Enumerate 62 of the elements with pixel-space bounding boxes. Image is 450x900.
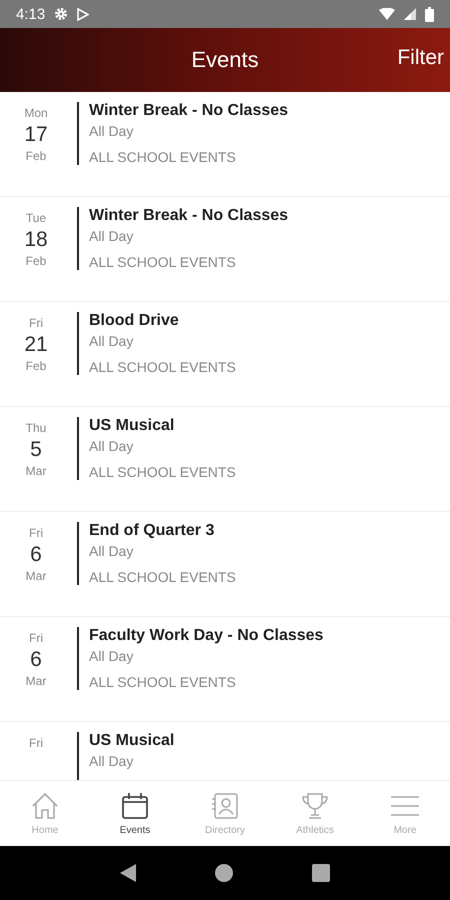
status-time: 4:13 bbox=[16, 6, 46, 22]
event-day: 6 bbox=[30, 543, 42, 567]
gear-icon bbox=[54, 7, 68, 21]
event-row[interactable]: Fri 6 Mar End of Quarter 3 All Day ALL SCHOOL EVENTS bbox=[0, 512, 450, 617]
trophy-icon bbox=[300, 791, 330, 821]
contact-card-icon bbox=[210, 791, 240, 821]
event-category: ALL SCHOOL EVENTS bbox=[89, 569, 236, 585]
event-category: ALL SCHOOL EVENTS bbox=[89, 674, 237, 690]
event-weekday: Tue bbox=[26, 211, 46, 225]
event-weekday: Fri bbox=[29, 631, 43, 645]
event-time: All Day bbox=[89, 543, 134, 559]
filter-button[interactable]: Filter bbox=[397, 46, 444, 70]
back-icon[interactable] bbox=[120, 864, 136, 882]
event-title: Blood Drive bbox=[89, 312, 180, 330]
recents-icon[interactable] bbox=[312, 864, 330, 882]
play-icon bbox=[77, 8, 90, 20]
event-title: End of Quarter 3 bbox=[89, 522, 216, 540]
event-month: Feb bbox=[26, 254, 46, 268]
event-weekday: Fri bbox=[29, 526, 43, 540]
event-weekday: Thu bbox=[26, 421, 46, 435]
event-weekday: Mon bbox=[24, 106, 48, 120]
event-month: Mar bbox=[26, 464, 46, 478]
event-category: ALL SCHOOL EVENTS bbox=[89, 464, 236, 480]
event-category: ALL SCHOOL EVENTS bbox=[89, 359, 236, 375]
event-row[interactable]: Fri US Musical All Day bbox=[0, 722, 450, 780]
event-day: 5 bbox=[30, 438, 42, 462]
battery-icon bbox=[425, 6, 434, 22]
event-month: Mar bbox=[26, 569, 46, 583]
calendar-icon bbox=[120, 791, 150, 821]
event-time: All Day bbox=[89, 438, 134, 454]
event-title: US Musical bbox=[89, 732, 174, 750]
event-category: ALL SCHOOL EVENTS bbox=[89, 254, 237, 270]
event-title: US Musical bbox=[89, 417, 176, 435]
event-row[interactable]: Fri 21 Feb Blood Drive All Day ALL SCHOOL EVENTS bbox=[0, 302, 450, 407]
event-weekday: Fri bbox=[29, 316, 43, 330]
house-icon bbox=[30, 791, 60, 821]
event-row[interactable]: Thu 5 Mar US Musical All Day ALL SCHOOL EVENTS bbox=[0, 407, 450, 512]
event-day: 21 bbox=[24, 333, 48, 357]
event-time: All Day bbox=[89, 228, 134, 244]
header-title: Events bbox=[191, 47, 259, 73]
signal-icon bbox=[404, 8, 416, 20]
event-day: 18 bbox=[24, 228, 48, 252]
event-category: ALL SCHOOL EVENTS bbox=[89, 149, 237, 165]
event-row[interactable]: Mon 17 Feb Winter Break - No Classes All Day ALL SCHOOL EVENTS bbox=[0, 92, 450, 197]
event-month: Mar bbox=[26, 674, 46, 688]
event-time: All Day bbox=[89, 333, 134, 349]
event-month: Feb bbox=[26, 359, 46, 373]
event-title: Winter Break - No Classes bbox=[89, 207, 288, 225]
home-icon[interactable] bbox=[214, 864, 233, 882]
event-month: Feb bbox=[26, 149, 46, 163]
event-time: All Day bbox=[89, 123, 134, 139]
event-time: All Day bbox=[89, 753, 134, 769]
event-time: All Day bbox=[89, 648, 134, 664]
event-row[interactable]: Tue 18 Feb Winter Break - No Classes All Day ALL SCHOOL EVENTS bbox=[0, 197, 450, 302]
wifi-icon bbox=[379, 8, 395, 20]
event-weekday: Fri bbox=[29, 736, 43, 750]
event-day: 17 bbox=[24, 123, 48, 147]
nav-tab[interactable]: Events bbox=[90, 781, 180, 846]
event-title: Faculty Work Day - No Classes bbox=[89, 627, 324, 645]
event-row[interactable]: Fri 6 Mar Faculty Work Day - No Classes All Day ALL SCHOOL EVENTS bbox=[0, 617, 450, 722]
event-title: Winter Break - No Classes bbox=[89, 102, 288, 120]
event-day: 6 bbox=[30, 648, 42, 672]
